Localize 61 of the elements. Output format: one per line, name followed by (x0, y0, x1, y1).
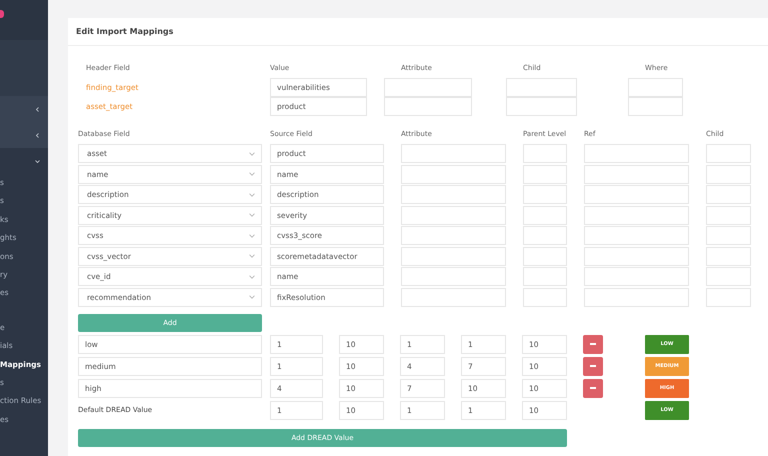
caret-icon (249, 295, 255, 299)
chevron-down-icon (35, 158, 40, 164)
input-field[interactable] (584, 144, 689, 163)
input-field[interactable] (628, 78, 683, 97)
input-field[interactable] (584, 164, 689, 184)
input-field[interactable] (584, 267, 689, 286)
input-field[interactable] (401, 246, 506, 266)
sidebar-section[interactable] (0, 122, 48, 148)
input-field[interactable] (401, 267, 506, 286)
sidebar-section[interactable] (0, 68, 48, 96)
input-field[interactable] (523, 164, 567, 184)
input-field[interactable] (523, 144, 567, 163)
input-field[interactable] (584, 206, 689, 224)
input-field[interactable] (401, 226, 506, 245)
input-field[interactable] (523, 267, 567, 286)
input-field[interactable] (706, 144, 751, 163)
input-field[interactable] (401, 185, 506, 204)
input-field[interactable] (401, 288, 506, 306)
remove-button[interactable] (583, 356, 603, 376)
input-field[interactable] (401, 164, 506, 184)
minus-icon (590, 343, 596, 345)
input-field[interactable] (384, 78, 472, 97)
input-field[interactable] (706, 267, 751, 286)
remove-button[interactable] (583, 334, 603, 354)
caret-icon (249, 172, 255, 176)
caret-icon (249, 213, 255, 217)
caret-icon (249, 274, 255, 278)
chevron-left-icon (35, 132, 40, 138)
chevron-left-icon (35, 106, 40, 112)
sidebar-section[interactable] (0, 40, 48, 68)
input-field[interactable] (506, 78, 577, 97)
input-field[interactable] (401, 206, 506, 224)
input-field[interactable] (706, 288, 751, 306)
input-field[interactable] (584, 185, 689, 204)
caret-icon (249, 234, 255, 238)
input-field[interactable] (706, 226, 751, 245)
input-field[interactable] (523, 288, 567, 306)
input-field[interactable] (523, 246, 567, 266)
input-field[interactable] (523, 206, 567, 224)
caret-icon (249, 254, 255, 258)
input-field[interactable] (584, 246, 689, 266)
input-field[interactable] (523, 226, 567, 245)
input-field[interactable] (401, 144, 506, 163)
minus-icon (590, 365, 596, 367)
input-field[interactable] (584, 288, 689, 306)
input-field[interactable] (384, 97, 472, 116)
minus-icon (590, 387, 596, 389)
remove-button[interactable] (583, 378, 603, 398)
input-field[interactable] (628, 97, 683, 116)
caret-icon (249, 192, 255, 196)
input-field[interactable] (706, 246, 751, 266)
caret-icon (249, 152, 255, 156)
input-field[interactable] (706, 206, 751, 224)
input-field[interactable] (584, 226, 689, 245)
sidebar-section[interactable] (0, 96, 48, 122)
logo-icon (0, 10, 4, 18)
input-field[interactable] (706, 185, 751, 204)
card-title: Edit Import Mappings (68, 18, 768, 46)
input-field[interactable] (706, 164, 751, 184)
input-field[interactable] (506, 97, 577, 116)
input-field[interactable] (523, 185, 567, 204)
